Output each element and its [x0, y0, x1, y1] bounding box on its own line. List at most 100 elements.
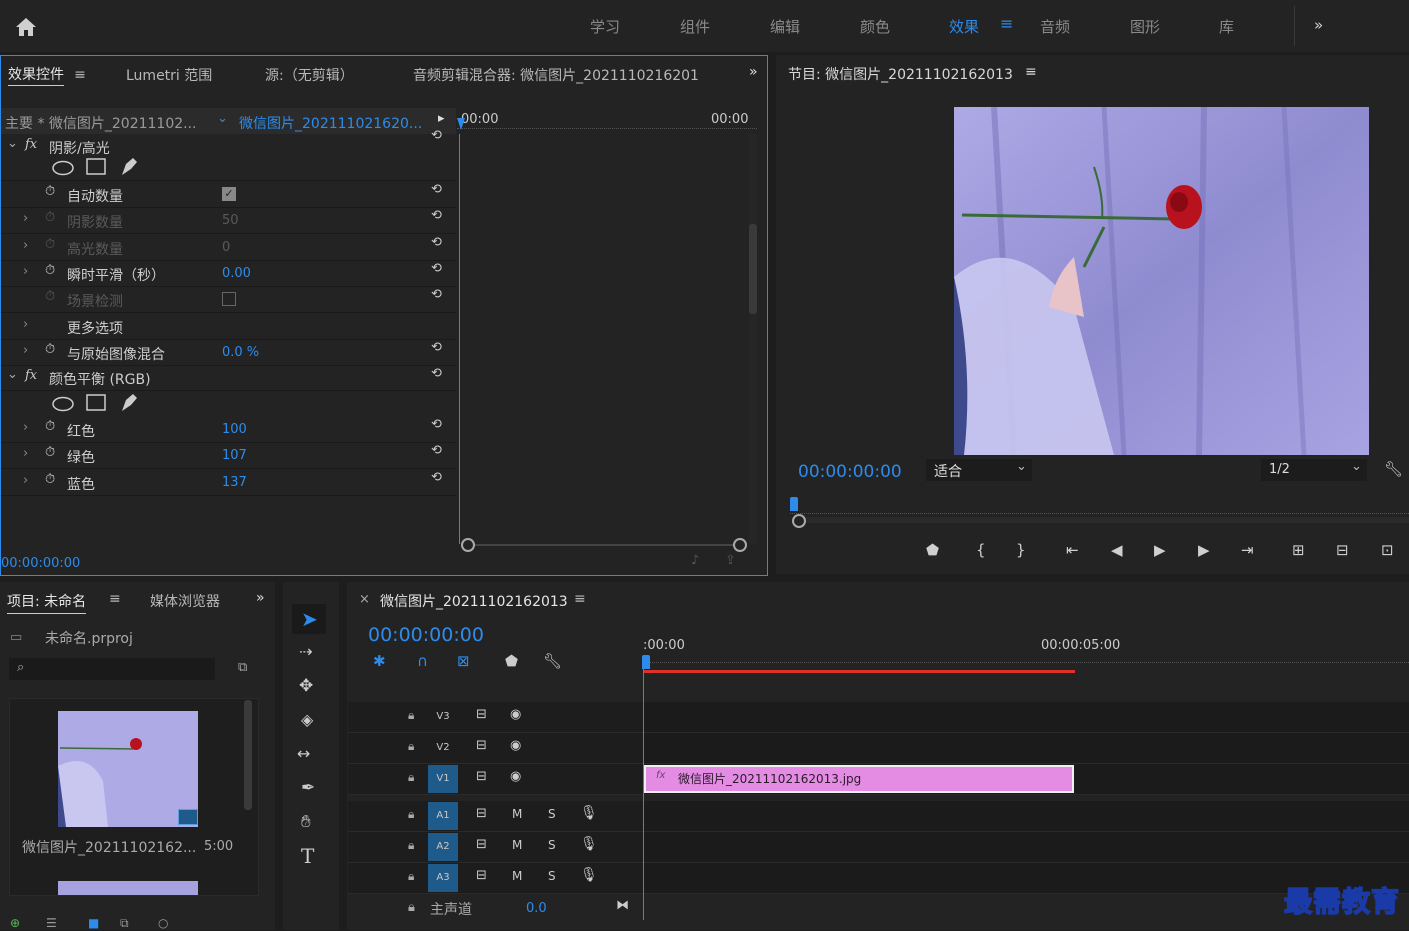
sync-lock-icon[interactable]: ⊟ — [476, 738, 487, 753]
tab-color[interactable]: 颜色 — [860, 16, 890, 37]
sequence-clip-label[interactable]: 微信图片_202111021620... — [239, 113, 422, 133]
timeline-timecode[interactable]: 00:00:00:00 — [368, 624, 484, 646]
add-marker-icon[interactable]: ⬟ — [926, 541, 939, 559]
reset-icon[interactable]: ⟲ — [431, 287, 442, 302]
microphone-icon[interactable]: 🎙︎ — [580, 867, 598, 883]
stopwatch-icon[interactable]: ⏱︎ — [45, 419, 55, 434]
list-view-icon[interactable]: ☰ — [46, 916, 57, 930]
panel-menu-icon[interactable]: ≡ — [574, 591, 586, 607]
property-row[interactable]: › ⏱︎ 红色 100 ⟲ — [1, 416, 456, 443]
resolution-dropdown[interactable]: 1/2 ⌄ — [1261, 459, 1367, 481]
tab-effects[interactable]: 效果 — [949, 16, 979, 37]
stopwatch-icon[interactable]: ⏱︎ — [45, 184, 55, 199]
stopwatch-icon[interactable]: ⏱︎ — [45, 342, 55, 357]
track-select-icon[interactable]: ⇢ — [299, 642, 312, 661]
ellipse-mask-icon[interactable] — [51, 396, 75, 412]
go-to-in-icon[interactable]: ⇤ — [1066, 541, 1079, 559]
property-row[interactable]: › ⏱︎ 与原始图像混合 0.0 % ⟲ — [1, 339, 456, 366]
stopwatch-icon[interactable]: ⏱︎ — [45, 289, 55, 304]
track-lane[interactable] — [643, 702, 1409, 732]
lock-icon[interactable]: 🔒︎ — [408, 739, 414, 754]
chevron-right-icon[interactable]: › — [23, 317, 28, 332]
sync-lock-icon[interactable]: ⊟ — [476, 868, 487, 883]
master-value[interactable]: 0.0 — [526, 901, 547, 916]
program-timecode[interactable]: 00:00:00:00 — [798, 462, 902, 482]
current-timecode[interactable]: 00:00:00:00 — [1, 556, 80, 571]
tab-media-browser[interactable]: 媒体浏览器 — [150, 591, 226, 611]
mark-out-icon[interactable]: } — [1016, 541, 1026, 559]
video-track[interactable]: 🔒︎ V2 ⊟ ◉ — [348, 733, 1409, 764]
master-clip-label[interactable]: 主要 * 微信图片_20211102... — [5, 113, 197, 133]
timeline-clip[interactable]: fx 微信图片_20211102162013.jpg — [644, 765, 1074, 793]
step-forward-icon[interactable]: ▶︎ — [1198, 541, 1210, 559]
vertical-scrollbar[interactable] — [749, 134, 757, 544]
tab-project[interactable]: 项目: 未命名 — [7, 591, 87, 614]
property-value[interactable]: 0.00 — [222, 266, 251, 281]
property-value[interactable]: 100 — [222, 422, 247, 437]
tab-audio-clip-mixer[interactable]: 音频剪辑混合器: 微信图片_2021110216201 — [413, 65, 699, 85]
wrench-icon[interactable]: 🔧︎ — [543, 652, 562, 670]
project-item[interactable]: 微信图片_20211102162... 5:00 — [9, 698, 259, 896]
sync-lock-icon[interactable]: ⊟ — [476, 769, 487, 784]
reset-icon[interactable]: ⟲ — [431, 340, 442, 355]
add-marker-icon[interactable]: ⬟ — [505, 652, 518, 670]
freeform-view-icon[interactable]: ⧉ — [120, 916, 129, 931]
property-value[interactable]: 137 — [222, 475, 247, 490]
microphone-icon[interactable]: 🎙︎ — [580, 836, 598, 852]
hand-icon[interactable]: ✋︎ — [301, 812, 311, 832]
track-lane[interactable] — [643, 801, 1409, 831]
microphone-icon[interactable]: 🎙︎ — [580, 805, 598, 821]
eye-icon[interactable]: ◉ — [510, 707, 521, 722]
insert-icon[interactable]: ⊞ — [1292, 541, 1305, 559]
tab-lumetri-scopes[interactable]: Lumetri 范围 — [126, 65, 212, 85]
sequence-tab[interactable]: 微信图片_20211102162013 — [380, 591, 568, 611]
video-track[interactable]: 🔒︎ V3 ⊟ ◉ — [348, 702, 1409, 733]
track-target[interactable]: V3 — [428, 703, 458, 731]
ellipse-mask-icon[interactable] — [51, 160, 75, 176]
pen-icon[interactable]: ✒ — [301, 778, 315, 798]
tab-audio[interactable]: 音频 — [1040, 16, 1070, 37]
home-icon[interactable] — [14, 16, 38, 38]
lock-icon[interactable]: 🔒︎ — [408, 869, 414, 884]
rectangle-mask-icon[interactable] — [86, 158, 106, 176]
overwrite-icon[interactable]: ⊟ — [1336, 541, 1349, 559]
menu-icon[interactable]: ≡ — [1000, 14, 1013, 33]
track-lane[interactable] — [643, 832, 1409, 862]
property-value[interactable]: 50 — [222, 213, 239, 228]
reset-icon[interactable]: ⟲ — [431, 235, 442, 250]
reset-icon[interactable]: ⟲ — [431, 208, 442, 223]
mute-button[interactable]: M — [512, 869, 522, 883]
snap-icon[interactable]: ∩ — [417, 652, 428, 670]
work-area-bar[interactable] — [643, 670, 1075, 673]
play-icon[interactable]: ▶︎ — [1154, 541, 1166, 559]
stopwatch-icon[interactable]: ⏱︎ — [45, 263, 55, 278]
track-target[interactable]: A1 — [428, 802, 458, 830]
slip-icon[interactable]: ↔ — [297, 744, 310, 763]
reset-icon[interactable]: ⟲ — [431, 417, 442, 432]
playhead-marker[interactable] — [457, 118, 465, 130]
new-bin-icon[interactable]: ⧉ — [238, 660, 247, 675]
sync-lock-icon[interactable]: ⊟ — [476, 837, 487, 852]
tab-learn[interactable]: 学习 — [590, 16, 620, 37]
reset-icon[interactable]: ⟲ — [431, 470, 442, 485]
property-row[interactable]: › ⏱︎ 阴影数量 50 ⟲ — [1, 207, 456, 235]
linked-selection-icon[interactable]: ⊠ — [457, 652, 470, 670]
property-value[interactable]: 0 — [222, 240, 230, 255]
lock-icon[interactable]: 🔒︎ — [408, 770, 414, 785]
stopwatch-icon[interactable]: ⏱︎ — [45, 445, 55, 460]
chevron-right-icon[interactable]: › — [23, 211, 28, 226]
track-target[interactable]: A3 — [428, 864, 458, 892]
icon-view-icon[interactable]: ■ — [88, 916, 99, 930]
stopwatch-icon[interactable]: ⏱︎ — [45, 237, 55, 252]
ripple-edit-icon[interactable]: ✥ — [299, 676, 313, 696]
close-icon[interactable]: × — [359, 592, 370, 607]
property-row[interactable]: ⏱︎ 自动数量 ✓ ⟲ — [1, 181, 456, 208]
chevron-down-icon[interactable]: ⌄ — [217, 111, 228, 126]
reset-icon[interactable]: ⟲ — [431, 182, 442, 197]
property-value[interactable]: 107 — [222, 448, 247, 463]
property-row[interactable]: › ⏱︎ 高光数量 0 ⟲ — [1, 234, 456, 261]
chevron-right-icon[interactable]: › — [23, 238, 28, 253]
go-to-end-icon[interactable]: ⧓ — [616, 898, 629, 913]
effect-color-balance[interactable]: ⌄ fx 颜色平衡 (RGB) ⟲ — [1, 364, 456, 391]
mute-button[interactable]: M — [512, 838, 522, 852]
